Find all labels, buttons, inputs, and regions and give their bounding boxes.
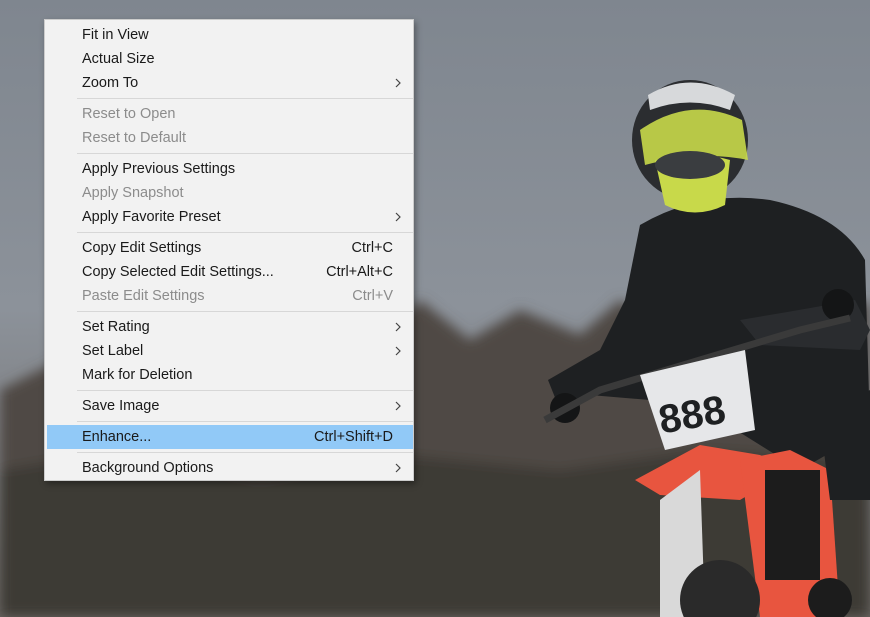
menu-separator	[77, 153, 413, 154]
menu-item-fit-in-view[interactable]: Fit in View	[47, 23, 413, 47]
chevron-right-icon	[395, 212, 401, 222]
menu-separator	[77, 98, 413, 99]
menu-separator	[77, 421, 413, 422]
menu-item-label: Reset to Default	[82, 130, 186, 146]
menu-item-set-rating[interactable]: Set Rating	[47, 315, 413, 339]
menu-item-label: Paste Edit Settings	[82, 288, 205, 304]
menu-item-label: Apply Favorite Preset	[82, 209, 221, 225]
menu-item-background-options[interactable]: Background Options	[47, 456, 413, 480]
menu-separator	[77, 311, 413, 312]
menu-item-paste-edit-settings: Paste Edit Settings Ctrl+V	[47, 284, 413, 308]
menu-item-label: Set Rating	[82, 319, 150, 335]
menu-item-label: Copy Edit Settings	[82, 240, 202, 256]
chevron-right-icon	[395, 463, 401, 473]
menu-item-label: Mark for Deletion	[82, 367, 193, 383]
menu-item-copy-selected-edit-settings[interactable]: Copy Selected Edit Settings... Ctrl+Alt+C	[47, 260, 413, 284]
menu-item-reset-to-default: Reset to Default	[47, 126, 413, 150]
menu-item-shortcut: Ctrl+Shift+D	[314, 429, 393, 445]
menu-item-label: Actual Size	[82, 51, 155, 67]
menu-item-copy-edit-settings[interactable]: Copy Edit Settings Ctrl+C	[47, 236, 413, 260]
context-menu: Fit in View Actual Size Zoom To Reset to Op…	[44, 19, 414, 481]
menu-item-apply-snapshot: Apply Snapshot	[47, 181, 413, 205]
menu-item-label: Enhance...	[82, 429, 152, 445]
menu-item-label: Reset to Open	[82, 106, 176, 122]
menu-item-enhance[interactable]: Enhance... Ctrl+Shift+D	[47, 425, 413, 449]
menu-item-label: Fit in View	[82, 27, 149, 43]
menu-item-mark-for-deletion[interactable]: Mark for Deletion	[47, 363, 413, 387]
menu-item-shortcut: Ctrl+C	[351, 240, 394, 256]
chevron-right-icon	[395, 401, 401, 411]
menu-item-apply-favorite-preset[interactable]: Apply Favorite Preset	[47, 205, 413, 229]
chevron-right-icon	[395, 322, 401, 332]
menu-item-actual-size[interactable]: Actual Size	[47, 47, 413, 71]
chevron-right-icon	[395, 78, 401, 88]
menu-item-label: Zoom To	[82, 75, 139, 91]
menu-item-label: Apply Previous Settings	[82, 161, 236, 177]
menu-item-label: Set Label	[82, 343, 144, 359]
menu-item-apply-previous-settings[interactable]: Apply Previous Settings	[47, 157, 413, 181]
menu-separator	[77, 390, 413, 391]
menu-separator	[77, 452, 413, 453]
chevron-right-icon	[395, 346, 401, 356]
menu-item-zoom-to[interactable]: Zoom To	[47, 71, 413, 95]
menu-item-label: Apply Snapshot	[82, 185, 184, 201]
menu-item-shortcut: Ctrl+V	[352, 288, 393, 304]
menu-item-label: Copy Selected Edit Settings...	[82, 264, 274, 280]
menu-item-save-image[interactable]: Save Image	[47, 394, 413, 418]
menu-item-shortcut: Ctrl+Alt+C	[326, 264, 393, 280]
menu-item-reset-to-open: Reset to Open	[47, 102, 413, 126]
menu-item-label: Background Options	[82, 460, 214, 476]
menu-item-set-label[interactable]: Set Label	[47, 339, 413, 363]
menu-separator	[77, 232, 413, 233]
menu-item-label: Save Image	[82, 398, 160, 414]
